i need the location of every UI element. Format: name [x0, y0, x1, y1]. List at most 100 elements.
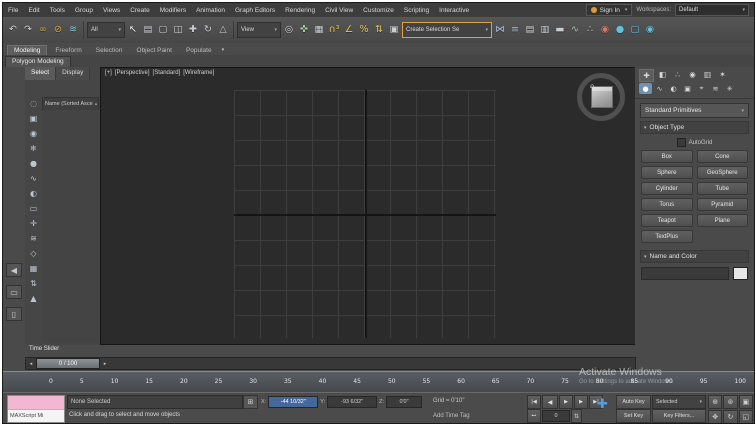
perspective-viewport[interactable]: [+] [Perspective] [Standard] [Wireframe] ⌂ [100, 67, 636, 345]
spinner-snap-icon[interactable]: ⇅ [372, 20, 386, 40]
previous-key-button[interactable] [26, 358, 36, 369]
layer-explorer-icon[interactable]: ▤ [523, 20, 537, 40]
select-and-move-icon[interactable]: ✚ [186, 20, 200, 40]
display-frozen-icon[interactable]: ❄ [27, 142, 40, 154]
pick-parent-icon[interactable]: ▲ [27, 292, 40, 304]
ribbon-tab[interactable]: Object Paint [131, 46, 178, 55]
menu-item[interactable]: Tools [45, 7, 70, 14]
viewcube-cube[interactable]: ⌂ [590, 82, 613, 108]
object-color-swatch[interactable] [733, 267, 748, 280]
workspaces-dropdown[interactable]: Default [675, 4, 749, 16]
name-color-rollout-header[interactable]: Name and Color [640, 250, 749, 263]
maxscript-field[interactable]: MAXScript Mi [8, 410, 64, 422]
menu-item[interactable]: Group [70, 7, 98, 14]
find-icon[interactable]: ◌ [27, 97, 40, 109]
viewport-menu[interactable]: [Wireframe] [183, 70, 214, 76]
primitive-button[interactable]: Torus [641, 198, 693, 211]
primitive-button[interactable]: Cylinder [641, 182, 693, 195]
auto-key-button[interactable]: Auto Key [616, 395, 651, 409]
viewport-menu[interactable]: [+] [105, 70, 112, 76]
ribbon-tab[interactable]: Populate [180, 46, 218, 55]
autogrid-checkbox[interactable] [676, 138, 686, 147]
menu-item[interactable]: Animation [191, 7, 230, 14]
viewport-menu[interactable]: [Perspective] [115, 70, 150, 76]
ribbon-tab[interactable]: Freeform [49, 46, 87, 55]
next-key-button[interactable] [100, 358, 110, 369]
menu-item[interactable]: Civil View [320, 7, 358, 14]
zoom-icon[interactable]: ⊕ [708, 395, 723, 409]
utilities-tab-icon[interactable]: ✶ [716, 69, 729, 80]
menu-item[interactable]: Graph Editors [230, 7, 280, 14]
object-name-field[interactable] [641, 267, 729, 280]
use-pivot-center-icon[interactable]: ◎ [282, 20, 296, 40]
time-slider-handle[interactable]: 0 / 100 [36, 358, 100, 369]
play-animation-button[interactable]: ▶ [559, 395, 573, 409]
select-and-rotate-icon[interactable]: ↻ [201, 20, 215, 40]
primitive-button[interactable]: GeoSphere [696, 166, 748, 179]
scene-explorer-tab[interactable]: Display [56, 67, 91, 80]
ribbon-tab[interactable]: Selection [90, 46, 129, 55]
scene-explorer-toggle-icon[interactable]: ▥ [538, 20, 552, 40]
reference-coordinate-dropdown[interactable]: View [237, 22, 281, 38]
systems-category-icon[interactable]: ✳ [723, 83, 736, 94]
menu-item[interactable]: File [3, 7, 23, 14]
pan-hand-icon[interactable]: ✥ [708, 410, 723, 423]
menu-item[interactable]: Interactive [434, 7, 474, 14]
sync-selection-icon[interactable]: ⇅ [27, 277, 40, 289]
mirror-icon[interactable]: ⋈ [493, 20, 507, 40]
render-setup-icon[interactable]: ● [613, 20, 627, 40]
select-and-scale-icon[interactable]: △ [216, 20, 230, 40]
motion-tab-icon[interactable]: ◉ [686, 69, 699, 80]
redo-icon[interactable]: ↷ [21, 20, 35, 40]
display-lights-icon[interactable]: ◐ [27, 187, 40, 199]
selection-set-dropdown[interactable]: Selected [652, 395, 706, 409]
select-object-icon[interactable]: ↖ [126, 20, 140, 40]
lock-selection-icon[interactable]: ▦ [27, 262, 40, 274]
ribbon-overflow-caret-icon[interactable] [218, 47, 229, 55]
menu-item[interactable]: Customize [358, 7, 399, 14]
schematic-view-icon[interactable]: ∴ [583, 20, 597, 40]
primitive-button[interactable]: Teapot [641, 214, 693, 227]
macro-recorder-field[interactable] [8, 396, 64, 410]
align-icon[interactable]: ≡ [508, 20, 522, 40]
display-geometry-icon[interactable]: ● [27, 157, 40, 169]
viewcube[interactable]: ⌂ [575, 71, 627, 123]
menu-item[interactable]: Scripting [399, 7, 434, 14]
menu-item[interactable]: Modifiers [155, 7, 191, 14]
hierarchy-tab-icon[interactable]: ∴ [671, 69, 684, 80]
time-slider-track[interactable]: 0 / 100 [25, 357, 636, 370]
maxscript-mini-listener[interactable]: MAXScript Mi [7, 395, 65, 423]
primitive-button[interactable]: TextPlus [641, 230, 693, 243]
sign-in-button[interactable]: Sign In [585, 4, 633, 16]
cameras-category-icon[interactable]: ▣ [681, 83, 694, 94]
create-tab-icon[interactable]: ✚ [639, 69, 654, 82]
primitive-category-dropdown[interactable]: Standard Primitives [640, 103, 749, 118]
viewport-layout-tab-icon[interactable]: ▭ [6, 285, 22, 299]
display-shapes-icon[interactable]: ∿ [27, 172, 40, 184]
primitive-button[interactable]: Cone [696, 150, 748, 163]
viewport-menu[interactable]: [Standard] [153, 70, 181, 76]
select-and-link-icon[interactable]: ∞ [36, 20, 50, 40]
shapes-category-icon[interactable]: ∿ [653, 83, 666, 94]
ribbon-toggle-icon[interactable]: ▬ [553, 20, 567, 40]
set-key-button[interactable]: Set Key [616, 409, 651, 423]
scene-explorer-list[interactable] [42, 110, 99, 343]
geometry-category-icon[interactable]: ● [639, 83, 652, 94]
unlink-selection-icon[interactable]: ⊘ [51, 20, 65, 40]
select-by-name-icon[interactable]: ▤ [141, 20, 155, 40]
viewport-layout-tab2-icon[interactable]: ▯ [6, 307, 22, 321]
helpers-category-icon[interactable]: ⌖ [695, 83, 708, 94]
menu-item[interactable]: Views [98, 7, 125, 14]
viewcube-home-icon[interactable]: ⌂ [590, 82, 594, 90]
zoom-all-icon[interactable]: ⊛ [723, 395, 738, 409]
undo-icon[interactable]: ↶ [6, 20, 20, 40]
lights-category-icon[interactable]: ◐ [667, 83, 680, 94]
menu-item[interactable]: Create [125, 7, 155, 14]
absolute-mode-toggle[interactable]: ⊞ [243, 395, 258, 409]
select-and-manipulate-icon[interactable]: ✜ [297, 20, 311, 40]
primitive-button[interactable]: Box [641, 150, 693, 163]
current-frame-field[interactable]: 0 [542, 410, 570, 422]
y-coordinate-field[interactable]: -93 6/32" [327, 396, 378, 408]
display-tab-icon[interactable]: ▥ [701, 69, 714, 80]
window-crossing-icon[interactable]: ◫ [171, 20, 185, 40]
